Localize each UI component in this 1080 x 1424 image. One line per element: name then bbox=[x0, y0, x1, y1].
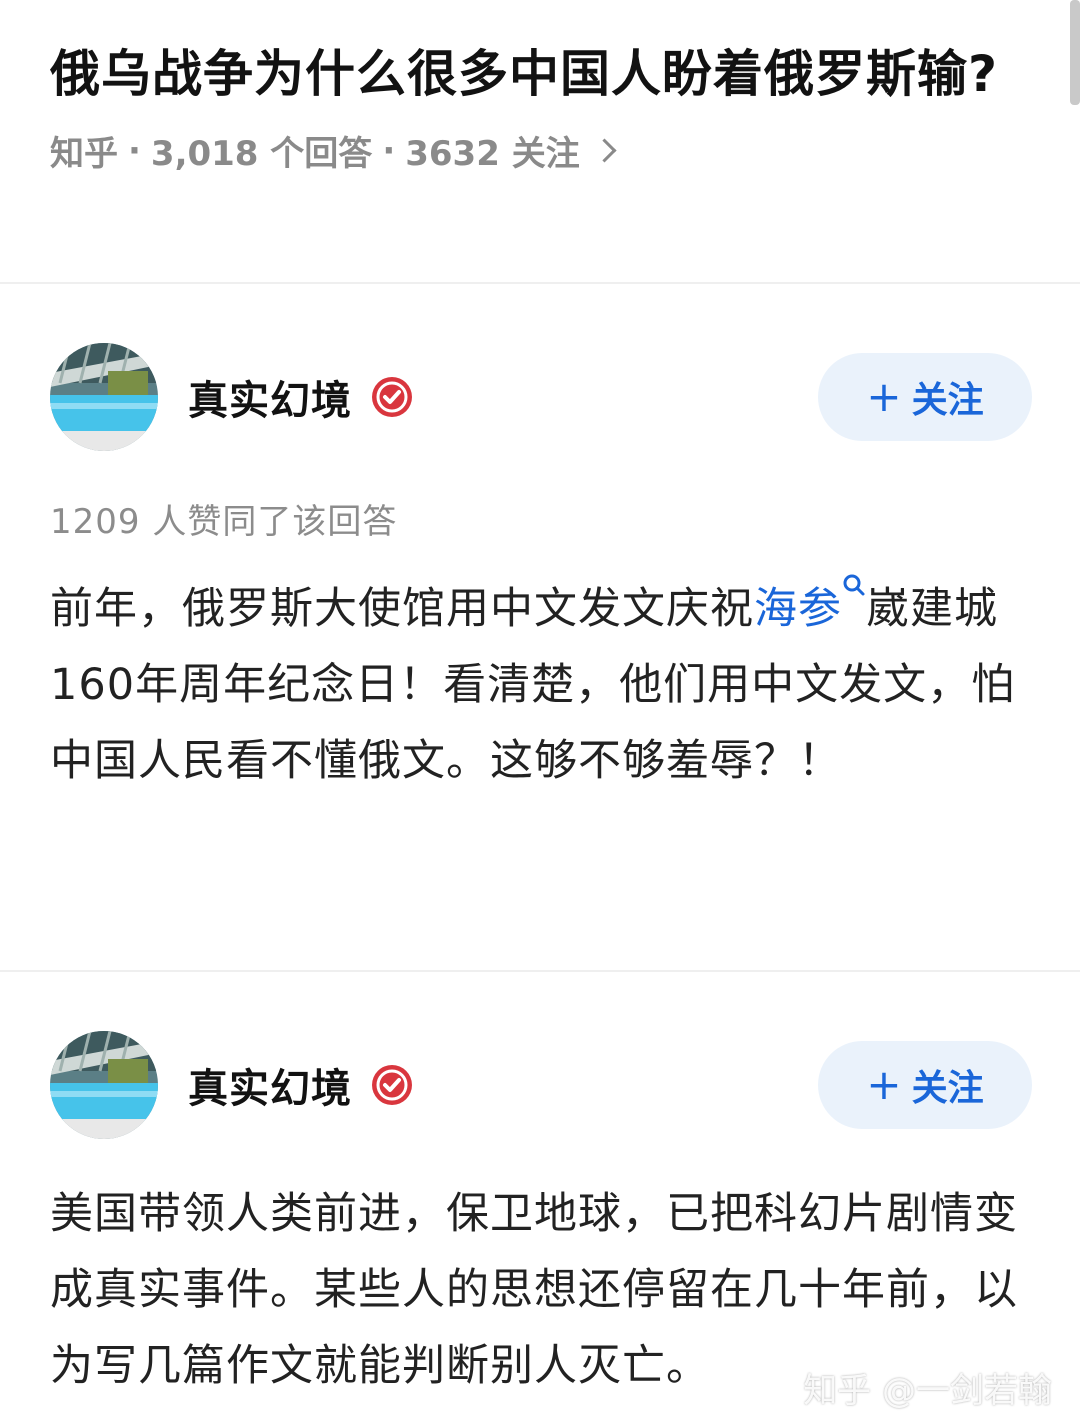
search-icon bbox=[843, 574, 865, 596]
verified-badge-icon bbox=[372, 377, 412, 417]
scrollbar[interactable] bbox=[1070, 0, 1080, 105]
answer-card: 真实幻境 + 关注 1209 人赞同了该回答 前年，俄罗斯大使馆用中文发文庆祝海… bbox=[0, 342, 1080, 970]
page: 俄乌战争为什么很多中国人盼着俄罗斯输? 知乎 · 3,018 个回答 · 363… bbox=[0, 0, 1080, 1424]
search-link[interactable]: 海参 bbox=[754, 574, 866, 634]
follow-button[interactable]: + 关注 bbox=[818, 353, 1032, 441]
author-row: 真实幻境 + 关注 bbox=[50, 342, 1032, 452]
meta-separator: · bbox=[382, 130, 396, 171]
follow-label: 关注 bbox=[911, 380, 984, 421]
avatar[interactable] bbox=[50, 343, 158, 451]
answer-card: 真实幻境 + 关注 美国带领人类前进，保卫地球，已把科幻片剧情变成真实事件。某些… bbox=[0, 1030, 1080, 1404]
follow-label: 关注 bbox=[911, 1068, 984, 1109]
question-meta[interactable]: 知乎 · 3,018 个回答 · 3632 关注 bbox=[50, 126, 1030, 175]
meta-separator: · bbox=[128, 130, 141, 171]
plus-icon: + bbox=[866, 1060, 902, 1109]
author-name[interactable]: 真实幻境 bbox=[188, 368, 352, 426]
vote-count: 1209 人赞同了该回答 bbox=[50, 502, 398, 542]
answer-text-part: 前年，俄罗斯大使馆用中文发文庆祝 bbox=[50, 584, 754, 634]
answer-text[interactable]: 前年，俄罗斯大使馆用中文发文庆祝海参 崴建城160年周年纪念日！看清楚，他们用中文… bbox=[50, 571, 1030, 799]
answers-count: 3,018 个回答 bbox=[150, 134, 373, 174]
plus-icon: + bbox=[866, 372, 902, 421]
question-title[interactable]: 俄乌战争为什么很多中国人盼着俄罗斯输? bbox=[50, 38, 1030, 110]
source-label: 知乎 bbox=[50, 134, 118, 174]
question-header: 俄乌战争为什么很多中国人盼着俄罗斯输? 知乎 · 3,018 个回答 · 363… bbox=[0, 0, 1080, 282]
author-name[interactable]: 真实幻境 bbox=[188, 1056, 352, 1114]
avatar[interactable] bbox=[50, 1031, 158, 1139]
verified-badge-icon bbox=[372, 1065, 412, 1105]
search-link-label: 海参 bbox=[754, 584, 842, 634]
watermark: 知乎 @一剑若翰 bbox=[803, 1371, 1052, 1411]
divider bbox=[0, 970, 1080, 972]
divider bbox=[0, 282, 1080, 284]
author-row: 真实幻境 + 关注 bbox=[50, 1030, 1032, 1140]
followers-count: 3632 关注 bbox=[405, 134, 580, 174]
chevron-right-icon bbox=[592, 138, 617, 163]
follow-button[interactable]: + 关注 bbox=[818, 1041, 1032, 1129]
